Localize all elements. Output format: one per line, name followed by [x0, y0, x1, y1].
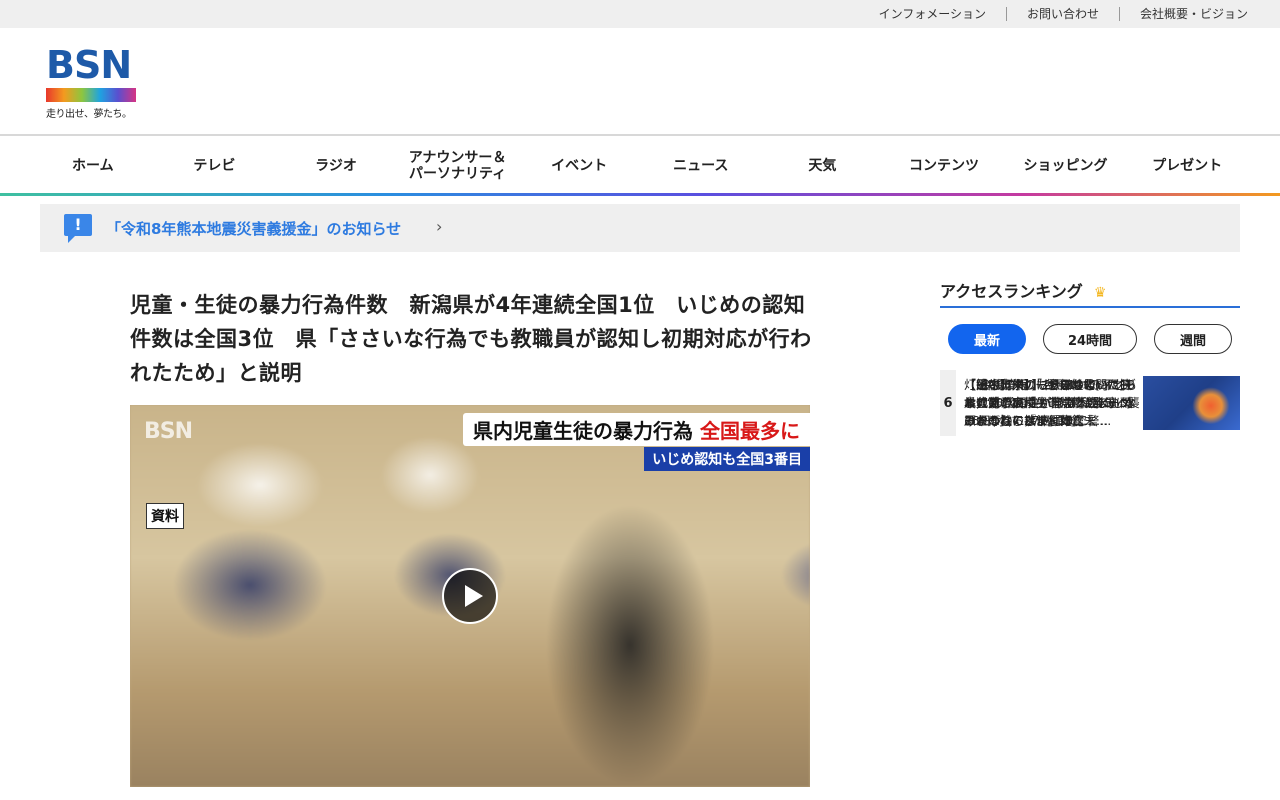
- video-source-tag: 資料: [146, 503, 184, 529]
- logo-tagline: 走り出せ、夢たち。: [46, 109, 132, 120]
- global-nav: ホーム テレビ ラジオ アナウンサー＆ パーソナリティ イベント ニュース 天気…: [0, 138, 1280, 194]
- ranking-number: 6: [940, 370, 956, 436]
- utility-link-company[interactable]: 会社概要・ビジョン: [1118, 7, 1264, 21]
- video-player[interactable]: BSN 資料 県内児童生徒の暴力行為 全国最多に いじめ認知も全国3番目: [130, 405, 810, 787]
- notice-text: 「令和8年熊本地震災害義援金」のお知らせ: [106, 220, 402, 238]
- nav-present[interactable]: プレゼント: [1126, 138, 1248, 194]
- utility-link-contact[interactable]: お問い合わせ: [1005, 7, 1119, 21]
- ranking-thumbnail: [1143, 376, 1240, 430]
- caption-prefix: 県内児童生徒の暴力行為: [473, 419, 694, 443]
- tab-weekly[interactable]: 週間: [1154, 324, 1232, 354]
- logo-rainbow-bar: [46, 88, 136, 102]
- nav-news[interactable]: ニュース: [640, 138, 762, 194]
- ranking-headline: 【 台風情報 】台風18号(ソウデル) “非常に強い勢力”に発達へ 26日(水)…: [964, 378, 1136, 428]
- utility-bar: インフォメーション お問い合わせ 会社概要・ビジョン: [0, 0, 1280, 28]
- site-header: BSN 走り出せ、夢たち。: [0, 28, 1280, 136]
- ranking-title: アクセスランキング: [940, 282, 1083, 301]
- crown-icon: ♛: [1093, 285, 1107, 301]
- video-logo: BSN: [144, 419, 193, 444]
- article-title: 児童・生徒の暴力行為件数 新潟県が4年連続全国1位 いじめの認知件数は全国3位 …: [130, 293, 812, 385]
- chevron-right-icon: ›: [436, 217, 443, 236]
- video-caption-sub: いじめ認知も全国3番目: [644, 447, 810, 471]
- caption-highlight: 全国最多に: [700, 419, 800, 443]
- utility-link-information[interactable]: インフォメーション: [859, 7, 1006, 21]
- nav-radio[interactable]: ラジオ: [275, 138, 397, 194]
- nav-weather[interactable]: 天気: [762, 138, 884, 194]
- tab-latest[interactable]: 最新: [948, 324, 1026, 354]
- nav-shopping[interactable]: ショッピング: [1005, 138, 1127, 194]
- nav-gradient-line: [0, 193, 1280, 196]
- nav-tv[interactable]: テレビ: [154, 138, 276, 194]
- nav-home[interactable]: ホーム: [32, 138, 154, 194]
- tab-24h[interactable]: 24時間: [1043, 324, 1137, 354]
- exclamation-icon: !: [64, 214, 92, 243]
- bsn-logo[interactable]: BSN 走り出せ、夢たち。: [46, 44, 138, 124]
- notice-banner[interactable]: ! 「令和8年熊本地震災害義援金」のお知らせ ›: [40, 204, 1240, 252]
- nav-contents[interactable]: コンテンツ: [883, 138, 1005, 194]
- ranking-header: アクセスランキング ♛: [940, 278, 1240, 308]
- nav-announcer[interactable]: アナウンサー＆ パーソナリティ: [397, 138, 519, 194]
- video-caption-main: 県内児童生徒の暴力行為 全国最多に: [463, 413, 810, 446]
- play-icon[interactable]: [442, 568, 498, 624]
- ranking-tabs: 最新 24時間 週間: [948, 324, 1232, 354]
- logo-wordmark: BSN: [46, 43, 132, 87]
- nav-event[interactable]: イベント: [518, 138, 640, 194]
- utility-links: インフォメーション お問い合わせ 会社概要・ビジョン: [859, 0, 1264, 28]
